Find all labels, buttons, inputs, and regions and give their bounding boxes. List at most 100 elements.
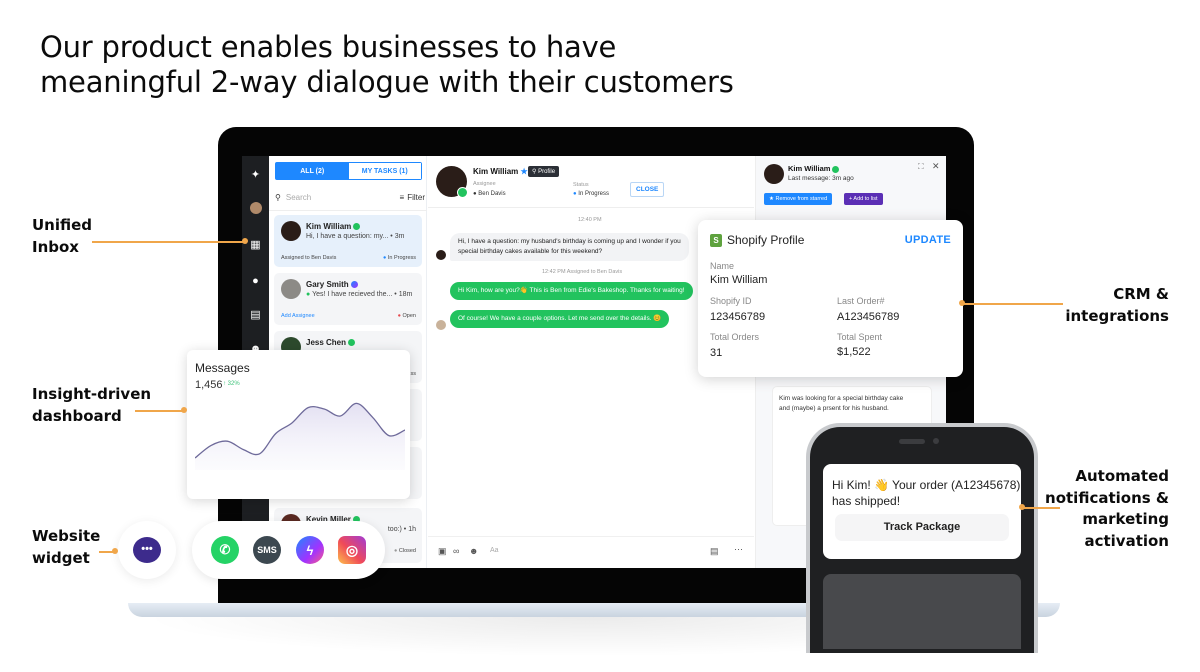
status-badge: ● Closed (394, 548, 416, 554)
clipboard-icon[interactable]: ▤ (248, 308, 263, 323)
status-badge: ss (410, 371, 417, 377)
close-conversation-button[interactable]: CLOSE (630, 182, 665, 197)
status-value[interactable]: ● In Progress (573, 191, 609, 197)
instagram-icon[interactable]: ◎ (338, 536, 366, 564)
whatsapp-icon[interactable]: ✆ (211, 536, 239, 564)
templates-icon[interactable]: ▤ (710, 546, 719, 557)
search-input[interactable]: Search (286, 193, 400, 202)
messenger-icon[interactable]: ϟ (296, 536, 324, 564)
expand-icon[interactable]: ⛶ (918, 162, 924, 172)
conversation-preview: ● Yes! I have recieved the... • 18m (306, 291, 413, 298)
website-widget-launcher[interactable]: ••• (118, 521, 176, 579)
tab-my-tasks[interactable]: MY TASKS (1) (348, 163, 421, 179)
shopify-title: Shopify Profile (727, 233, 805, 247)
callout-dot (1019, 504, 1025, 510)
total-orders-label: Total Orders (710, 332, 760, 342)
shopify-id-value: 123456789 (710, 311, 766, 323)
avatar (281, 221, 301, 241)
inbox-tabs: ALL (2) MY TASKS (1) (275, 162, 422, 180)
conversation-item[interactable]: Gary Smith ● Yes! I have recieved the...… (274, 273, 422, 325)
phone-content-card (823, 574, 1021, 649)
name-label: Name (710, 261, 735, 271)
conversation-item[interactable]: Kim William Hi, I have a question: my...… (274, 215, 422, 267)
whatsapp-icon (832, 165, 840, 173)
outgoing-message: Of course! We have a couple options. Let… (450, 310, 670, 328)
update-button[interactable]: UPDATE (905, 234, 951, 246)
remove-from-starred-button[interactable]: ★ Remove from starred (764, 193, 833, 205)
add-to-list-button[interactable]: + Add to list (844, 193, 883, 205)
contact-avatar-small (436, 250, 446, 260)
conversation-name: Kim William (306, 222, 361, 231)
callout-dot (242, 238, 248, 244)
incoming-message: Hi, I have a question: my husband's birt… (450, 233, 689, 261)
message-input[interactable]: Aa (490, 547, 700, 554)
last-message-time: Last message: 3m ago (788, 175, 854, 182)
shipping-notification: Hi Kim! 👋 Your order (A12345678) has shi… (823, 464, 1021, 559)
messages-area-chart (195, 402, 405, 470)
messenger-icon (350, 281, 358, 289)
inbox-grid-icon[interactable]: ▦ (248, 238, 263, 253)
conversation-name: Gary Smith (306, 280, 358, 289)
conversation-preview: too:) • 1h (387, 526, 416, 533)
whatsapp-icon (353, 223, 361, 231)
filter-button[interactable]: Filter (407, 193, 425, 202)
star-icon[interactable]: ★ (521, 167, 528, 176)
last-order-value: A123456789 (837, 311, 900, 323)
link-icon[interactable]: ∞ (453, 546, 459, 556)
assignee-value[interactable]: ● Ben Davis (473, 191, 506, 197)
assignee-label: Assignee (473, 181, 496, 187)
callout-leader-line (135, 410, 185, 412)
agent-avatar (436, 320, 446, 330)
outgoing-message: Hi Kim, how are you?👋 This is Ben from E… (450, 282, 693, 300)
logo-icon[interactable]: ✦ (248, 168, 263, 183)
search-row: ⚲ Search ≡ Filter (275, 190, 425, 204)
callout-dot (181, 407, 187, 413)
last-order-label: Last Order# (837, 296, 885, 306)
notification-text: Hi Kim! 👋 Your order (A12345678) has shi… (832, 478, 1021, 508)
shopify-id-label: Shopify ID (710, 296, 752, 306)
channel-icons-pill: ✆ SMS ϟ ◎ (192, 521, 385, 579)
filter-icon[interactable]: ≡ (400, 193, 405, 202)
tab-all[interactable]: ALL (2) (276, 163, 349, 179)
chart-change: ↑ 32% (223, 381, 240, 387)
whatsapp-icon (457, 187, 468, 198)
phone-speaker (899, 439, 925, 444)
total-spent-label: Total Spent (837, 332, 883, 342)
phone-camera (933, 438, 939, 444)
contact-avatar (764, 164, 784, 184)
close-icon[interactable]: ✕ (932, 161, 940, 172)
shopify-icon: S (710, 234, 722, 247)
callout-dashboard: Insight-driven dashboard (32, 385, 152, 425)
chat-header: Kim William ★ ⚲ Profile Assignee ● Ben D… (428, 156, 754, 208)
status-label: Status (573, 182, 589, 188)
chart-title: Messages (195, 361, 250, 375)
divider (269, 210, 427, 211)
more-icon[interactable]: ⋯ (734, 544, 743, 555)
conversation-preview: Hi, I have a question: my... • 3m (306, 233, 405, 240)
track-package-button[interactable]: Track Package (835, 514, 1009, 541)
callout-website-widget: Website widget (32, 527, 101, 567)
name-value: Kim William (710, 274, 768, 286)
composer: ▣ ∞ ☻ Aa ▤ ⋯ (428, 536, 754, 568)
callout-unified-inbox: Unified Inbox (32, 216, 93, 256)
whatsapp-icon (348, 339, 356, 347)
user-avatar[interactable] (250, 202, 262, 214)
callout-dot (959, 300, 965, 306)
add-assignee-link[interactable]: Add Assignee (281, 313, 315, 319)
chart-area-fill (195, 403, 405, 470)
shopify-profile-card: S Shopify Profile UPDATE Name Kim Willia… (698, 220, 963, 377)
headline: Our product enables businesses to have m… (40, 30, 734, 100)
headline-line-1: Our product enables businesses to have (40, 30, 617, 64)
chat-icon[interactable]: ● (248, 274, 263, 289)
image-icon[interactable]: ▣ (438, 546, 447, 557)
contact-name: Kim William (788, 164, 840, 173)
callout-notifications: Automated notifications & marketing acti… (1045, 467, 1169, 550)
emoji-icon[interactable]: ☻ (469, 546, 478, 556)
profile-button[interactable]: ⚲ Profile (528, 166, 560, 177)
sms-icon[interactable]: SMS (253, 536, 281, 564)
assignment-note: 12:42 PM Assigned to Ben Davis (542, 269, 623, 275)
avatar (281, 279, 301, 299)
status-badge: ● In Progress (383, 255, 416, 261)
status-badge: ● Open (397, 313, 416, 319)
search-icon: ⚲ (275, 192, 281, 202)
